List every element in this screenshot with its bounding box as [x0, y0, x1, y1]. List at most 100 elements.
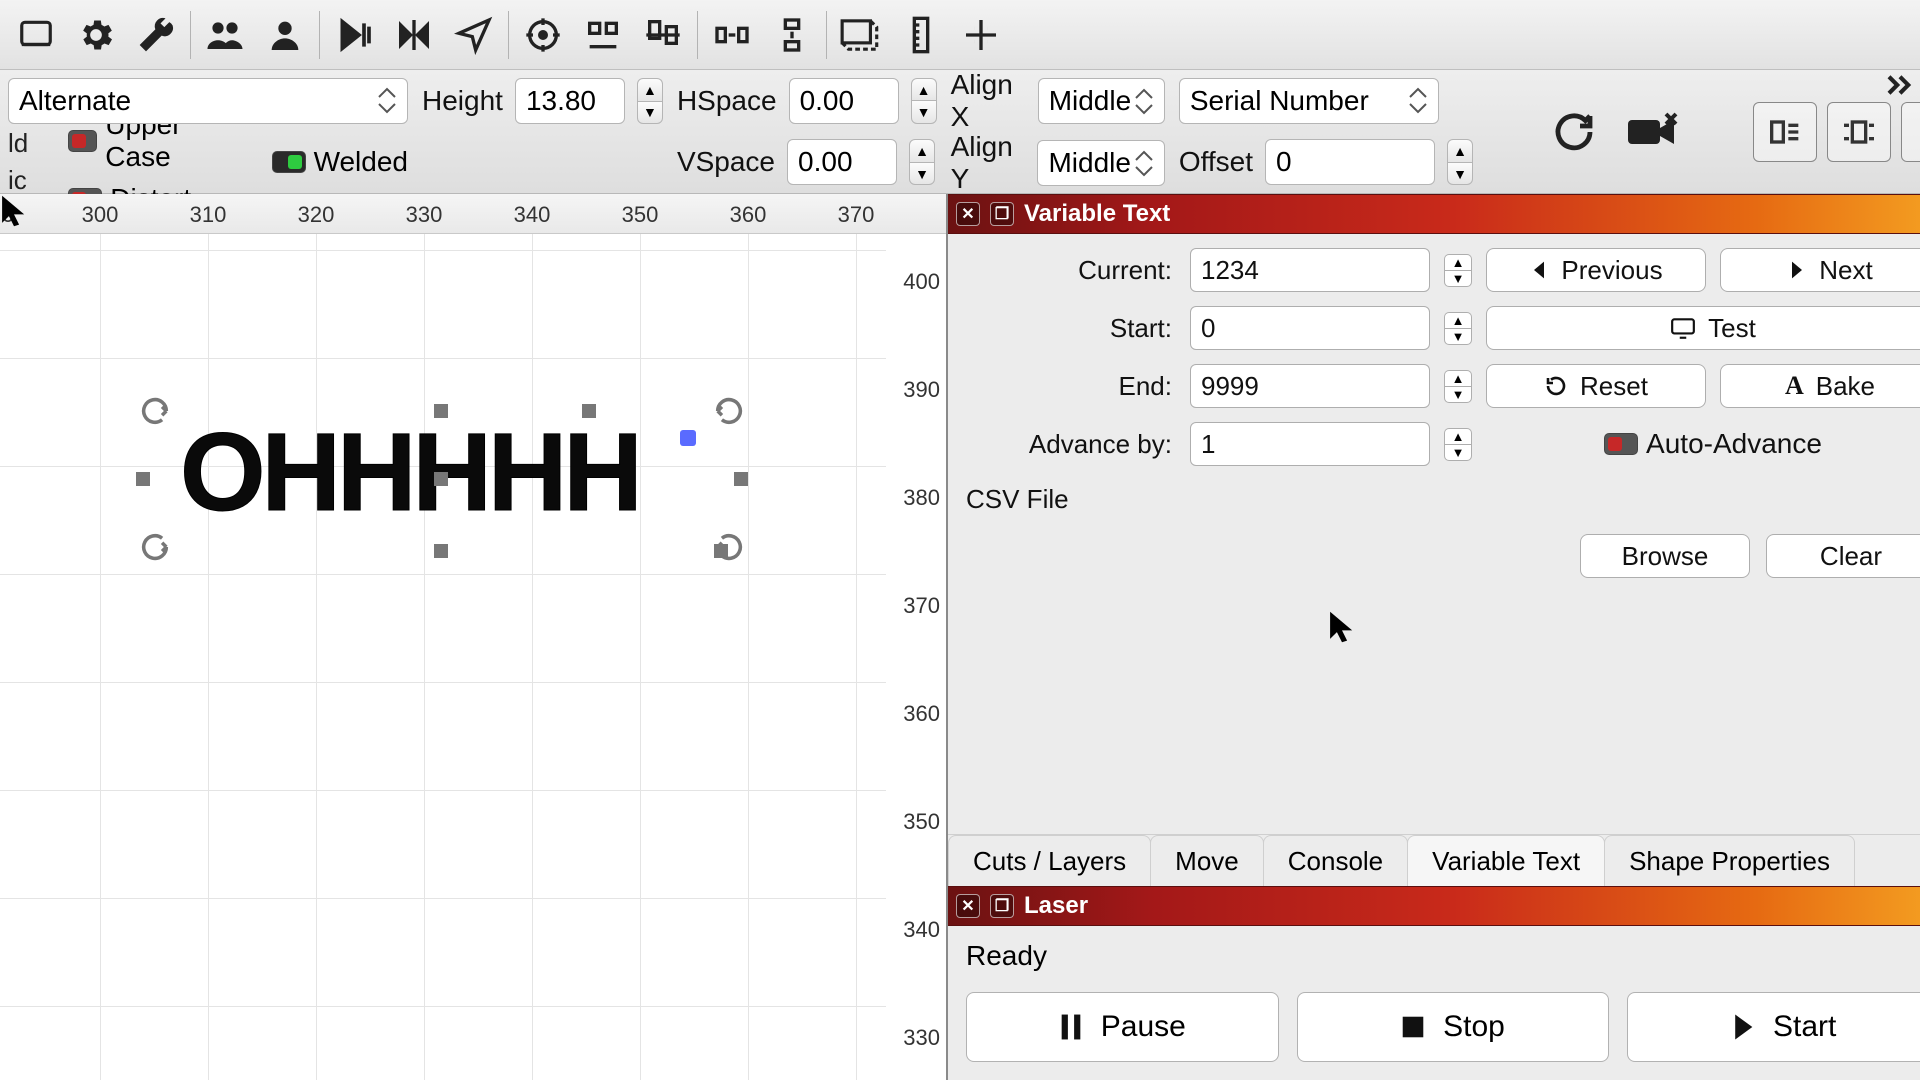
camera-cut-icon[interactable]: [1619, 102, 1685, 162]
previous-button[interactable]: Previous: [1486, 248, 1706, 292]
toggle-auto-advance[interactable]: Auto-Advance: [1604, 428, 1822, 460]
current-input[interactable]: 1234: [1190, 248, 1430, 292]
canvas[interactable]: 0300310320330340350360370 40039038037036…: [0, 194, 946, 1080]
next-button[interactable]: Next: [1720, 248, 1920, 292]
offset-input[interactable]: 0: [1265, 139, 1435, 185]
arrange-center-icon[interactable]: [1827, 102, 1891, 162]
refresh-icon[interactable]: [1541, 102, 1607, 162]
reset-button[interactable]: Reset: [1486, 364, 1706, 408]
browse-button[interactable]: Browse: [1580, 534, 1750, 578]
resize-handle-t2[interactable]: [582, 404, 596, 418]
pause-button[interactable]: Pause: [966, 992, 1279, 1062]
advance-spinner[interactable]: ▲▼: [1444, 428, 1472, 461]
panel-tab[interactable]: Cuts / Layers: [948, 835, 1151, 886]
clear-button[interactable]: Clear: [1766, 534, 1920, 578]
align-middle-icon[interactable]: [633, 6, 693, 64]
play-lines-icon[interactable]: [324, 6, 384, 64]
start-input[interactable]: 0: [1190, 306, 1430, 350]
truncated-label-1: ld: [8, 128, 28, 159]
resize-handle-b1[interactable]: [434, 544, 448, 558]
rotate-handle-tl[interactable]: [138, 394, 172, 428]
offset-spinner[interactable]: ▲▼: [1447, 139, 1473, 185]
panel-tab[interactable]: Move: [1150, 835, 1264, 886]
bake-button[interactable]: ABake: [1720, 364, 1920, 408]
stop-button[interactable]: Stop: [1297, 992, 1610, 1062]
panel-tabs: Cuts / LayersMoveConsoleVariable TextSha…: [948, 834, 1920, 886]
start-spinner[interactable]: ▲▼: [1444, 312, 1472, 345]
arrange-top-icon[interactable]: [1901, 102, 1920, 162]
hspace-input[interactable]: 0.00: [789, 78, 899, 124]
panel-tab[interactable]: Console: [1263, 835, 1408, 886]
dock-icon[interactable]: ❐: [990, 202, 1014, 226]
canvas-grid: [0, 234, 886, 1080]
resize-handle-l[interactable]: [136, 472, 150, 486]
end-spinner[interactable]: ▲▼: [1444, 370, 1472, 403]
test-button[interactable]: Test: [1486, 306, 1920, 350]
font-select[interactable]: Alternate: [8, 78, 408, 124]
resize-handle-r[interactable]: [734, 472, 748, 486]
resize-handle-b2[interactable]: [714, 544, 728, 558]
target-icon[interactable]: [513, 6, 573, 64]
offset-label: Offset: [1179, 146, 1253, 178]
mirror-icon[interactable]: [384, 6, 444, 64]
truncated-label-2: ic: [8, 165, 28, 196]
rotate-handle-tr[interactable]: [712, 394, 746, 428]
csv-file-label: CSV File: [966, 484, 1920, 515]
variable-text-panel-header[interactable]: ✕ ❐ Variable Text: [948, 194, 1920, 234]
arrange-left-icon[interactable]: [1753, 102, 1817, 162]
alignx-select[interactable]: Middle: [1038, 78, 1165, 124]
variable-text-panel: Current: 1234 ▲▼ Previous Next Start: 0 …: [948, 234, 1920, 834]
laser-panel-header[interactable]: ✕ ❐ Laser: [948, 886, 1920, 926]
rotate-handle-bl[interactable]: [138, 530, 172, 564]
aligny-select[interactable]: Middle: [1037, 140, 1164, 186]
canvas-text: OHHHHH: [180, 418, 639, 528]
dock-icon[interactable]: ❐: [990, 894, 1014, 918]
options-bar: Alternate ld ic Upper Case Distort Welde…: [0, 70, 1920, 194]
resize-handle-t1[interactable]: [434, 404, 448, 418]
distribute-v-icon[interactable]: [762, 6, 822, 64]
selected-text-object[interactable]: OHHHHH: [138, 394, 746, 564]
panel-tab[interactable]: Variable Text: [1407, 835, 1605, 886]
panel-tab[interactable]: Shape Properties: [1604, 835, 1855, 886]
variable-text-title: Variable Text: [1024, 200, 1170, 228]
vspace-label: VSpace: [677, 146, 775, 178]
height-spinner[interactable]: ▲▼: [637, 78, 663, 124]
overflow-chevron-icon[interactable]: [1886, 74, 1914, 101]
right-panels: ✕ ❐ Variable Text Current: 1234 ▲▼ Previ…: [946, 194, 1920, 1080]
close-icon[interactable]: ✕: [956, 894, 980, 918]
resize-handle-c[interactable]: [434, 472, 448, 486]
current-label: Current:: [966, 255, 1176, 286]
current-spinner[interactable]: ▲▼: [1444, 254, 1472, 287]
start-button[interactable]: Start: [1627, 992, 1920, 1062]
ruler-horizontal: 0300310320330340350360370: [0, 194, 946, 234]
laser-panel: Ready Pause Stop Start: [948, 926, 1920, 1080]
aligny-label: Align Y: [951, 131, 1026, 195]
laser-status: Ready: [966, 940, 1920, 972]
measure-icon[interactable]: [891, 6, 951, 64]
start-label: Start:: [966, 313, 1176, 344]
users-icon[interactable]: [195, 6, 255, 64]
vspace-spinner[interactable]: ▲▼: [909, 139, 935, 185]
user-icon[interactable]: [255, 6, 315, 64]
advance-input[interactable]: 1: [1190, 422, 1430, 466]
end-input[interactable]: 9999: [1190, 364, 1430, 408]
alignx-label: Align X: [951, 69, 1026, 133]
align-objects-icon[interactable]: [573, 6, 633, 64]
wrench-icon[interactable]: [126, 6, 186, 64]
send-icon[interactable]: [444, 6, 504, 64]
toggle-welded[interactable]: Welded: [272, 146, 408, 178]
advance-label: Advance by:: [966, 429, 1176, 460]
text-cursor-indicator: [680, 430, 696, 446]
main-toolbar: [0, 0, 1920, 70]
distribute-h-icon[interactable]: [702, 6, 762, 64]
hspace-spinner[interactable]: ▲▼: [911, 78, 937, 124]
height-input[interactable]: 13.80: [515, 78, 625, 124]
page-setup-icon[interactable]: [831, 6, 891, 64]
crosshair-icon[interactable]: [951, 6, 1011, 64]
vspace-input[interactable]: 0.00: [787, 139, 897, 185]
ruler-vertical: 400390380370360350340330: [886, 234, 946, 1080]
vartext-mode-select[interactable]: Serial Number: [1179, 78, 1439, 124]
close-icon[interactable]: ✕: [956, 202, 980, 226]
settings-gear-icon[interactable]: [66, 6, 126, 64]
device-icon[interactable]: [6, 6, 66, 64]
